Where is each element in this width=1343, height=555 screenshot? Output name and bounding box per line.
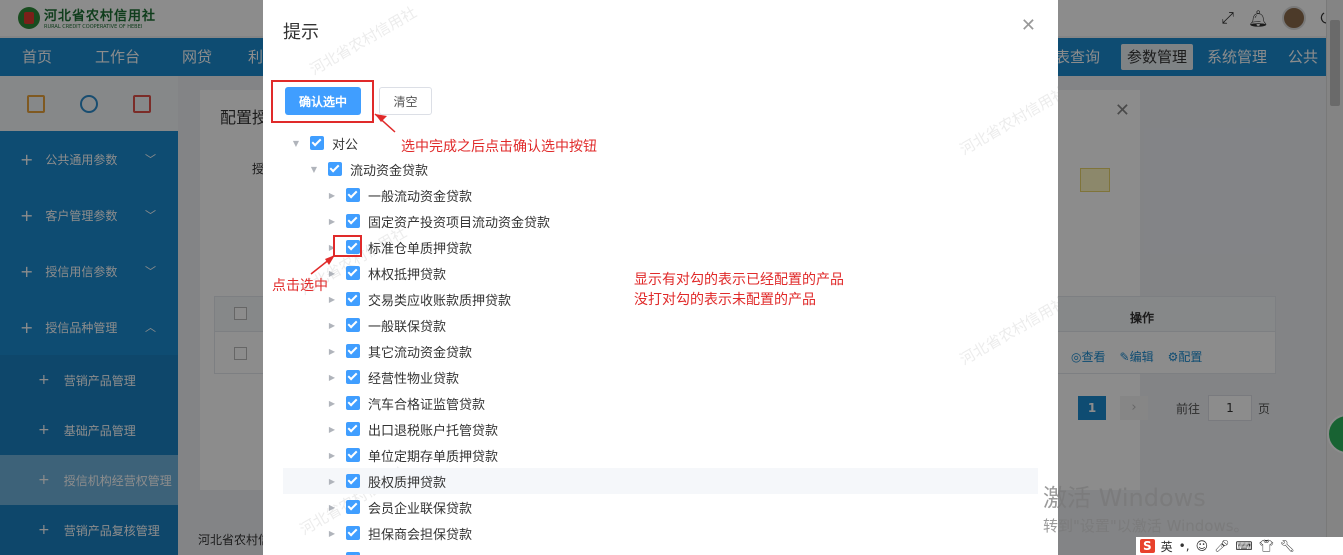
tree-node[interactable]: ▶ 担保商会担保贷款 <box>326 520 472 546</box>
emoji-icon[interactable]: ☺ <box>1196 539 1209 553</box>
checkbox-checked[interactable] <box>346 448 360 462</box>
tree-node[interactable]: ▶ 一般流动资金贷款 <box>326 182 472 208</box>
microphone-icon[interactable]: 🎤︎ <box>1214 539 1229 553</box>
checkbox-checked[interactable] <box>328 162 342 176</box>
shirt-icon[interactable]: 👕︎ <box>1259 539 1274 553</box>
ime-icon[interactable]: S <box>1140 539 1155 553</box>
language-indicator[interactable]: 英 <box>1161 538 1173 555</box>
checkbox-checked[interactable] <box>346 526 360 540</box>
checkbox-checked[interactable] <box>346 500 360 514</box>
checkbox-checked[interactable] <box>346 292 360 306</box>
tree-node[interactable]: ▶ 固定资产投资项目流动资金贷款 <box>326 208 550 234</box>
annotation-click-hint: 点击选中 <box>272 278 328 294</box>
checkbox-checked[interactable] <box>346 188 360 202</box>
tree-node[interactable]: ▶ 一般联保贷款 <box>326 312 446 338</box>
caret-down-icon[interactable]: ▼ <box>308 165 320 174</box>
tree-node[interactable]: ▶ 出口退税账户托管贷款 <box>326 416 498 442</box>
caret-right-icon[interactable]: ▶ <box>326 477 338 486</box>
annotation-box-confirm <box>271 80 374 123</box>
caret-right-icon[interactable]: ▶ <box>326 321 338 330</box>
checkbox-checked[interactable] <box>346 266 360 280</box>
checkbox-checked[interactable] <box>346 370 360 384</box>
system-tray: S 英 •, ☺ 🎤︎ ⌨ 👕︎ 🔧︎ <box>1136 537 1343 555</box>
arrowhead <box>375 114 387 122</box>
caret-down-icon[interactable]: ▼ <box>290 139 302 148</box>
tree-node[interactable]: ▼ 对公 <box>290 130 358 156</box>
checkbox-checked[interactable] <box>346 214 360 228</box>
checkbox-checked[interactable] <box>346 318 360 332</box>
checkbox-checked[interactable] <box>346 396 360 410</box>
tree-node[interactable]: ▶ 交易类应收账款质押贷款 <box>326 286 511 312</box>
tree-node[interactable]: ▼ 流动资金贷款 <box>308 156 428 182</box>
wrench-icon[interactable]: 🔧︎ <box>1280 539 1295 553</box>
caret-right-icon[interactable]: ▶ <box>326 425 338 434</box>
caret-right-icon[interactable]: ▶ <box>326 399 338 408</box>
caret-right-icon[interactable]: ▶ <box>326 217 338 226</box>
tree-node-partial[interactable]: ▶ <box>326 546 368 555</box>
caret-right-icon[interactable]: ▶ <box>326 347 338 356</box>
caret-right-icon[interactable]: ▶ <box>326 191 338 200</box>
annotation-legend-2: 没打对勾的表示未配置的产品 <box>634 292 816 308</box>
annotation-confirm-hint: 选中完成之后点击确认选中按钮 <box>401 139 597 155</box>
close-icon[interactable]: ✕ <box>1021 15 1036 36</box>
tree-node-highlighted[interactable]: ▶ 股权质押贷款 <box>283 468 1038 494</box>
checkbox-checked[interactable] <box>346 474 360 488</box>
caret-right-icon[interactable]: ▶ <box>326 503 338 512</box>
tree-node[interactable]: ▶ 其它流动资金贷款 <box>326 338 472 364</box>
windows-activation-watermark: 激活 Windows 转到"设置"以激活 Windows。 <box>1043 484 1249 535</box>
caret-right-icon[interactable]: ▶ <box>326 295 338 304</box>
caret-right-icon[interactable]: ▶ <box>326 529 338 538</box>
caret-right-icon[interactable]: ▶ <box>326 373 338 382</box>
arrow-to-confirm <box>374 113 396 133</box>
checkbox-checked[interactable] <box>346 422 360 436</box>
checkbox-checked[interactable] <box>310 136 324 150</box>
annotation-legend-1: 显示有对勾的表示已经配置的产品 <box>634 272 844 288</box>
prompt-dialog: 河北省农村信用社 河北省农村信用社 河北省农村信用社 河北省农村信用社 河北省农… <box>263 0 1058 555</box>
annotation-box-checkbox <box>333 235 362 257</box>
tree-node[interactable]: ▶ 经营性物业贷款 <box>326 364 459 390</box>
checkbox-checked[interactable] <box>346 344 360 358</box>
tree-node[interactable]: ▶ 会员企业联保贷款 <box>326 494 472 520</box>
tree-node[interactable]: ▶ 林权抵押贷款 <box>326 260 446 286</box>
dialog-title: 提示 <box>283 22 319 43</box>
keyboard-icon[interactable]: ⌨ <box>1235 539 1252 553</box>
punctuation-icon[interactable]: •, <box>1179 539 1190 553</box>
tree-node[interactable]: ▶ 汽车合格证监管贷款 <box>326 390 485 416</box>
caret-right-icon[interactable]: ▶ <box>326 451 338 460</box>
tree-node[interactable]: ▶ 单位定期存单质押贷款 <box>326 442 498 468</box>
clear-button[interactable]: 清空 <box>379 87 432 115</box>
